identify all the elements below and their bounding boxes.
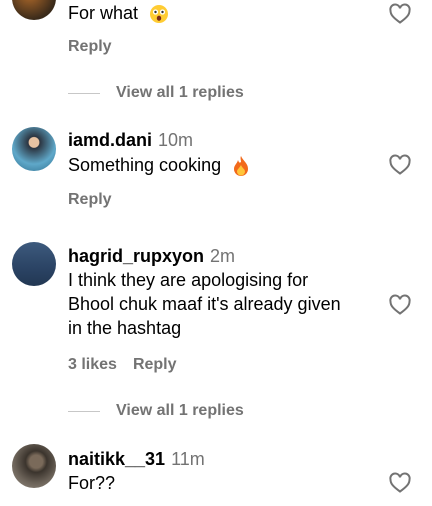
comment-meta: 3 likes Reply [68,356,193,374]
view-replies-label: View all 1 replies [116,402,244,419]
like-heart-icon[interactable] [387,471,413,495]
avatar[interactable] [12,127,56,171]
divider-line [68,92,100,94]
comment-text-line: Bhool chuk maaf it's already given [68,294,341,314]
avatar[interactable] [12,242,56,286]
reply-button[interactable]: Reply [133,356,177,373]
divider-line [68,410,100,412]
fire-emoji [234,156,249,177]
avatar[interactable] [12,444,56,488]
username-text[interactable]: naitikk__31 [68,449,165,469]
comment-time: 10m [158,130,194,150]
view-replies-label: View all 1 replies [116,84,244,101]
comment-meta: Reply [68,38,128,56]
likes-count[interactable]: 3 likes [68,356,117,373]
view-replies-button[interactable]: View all 1 replies [68,402,244,420]
comment-time: 11m [171,449,205,469]
view-replies-button[interactable]: View all 1 replies [68,84,244,102]
reply-button[interactable]: Reply [68,191,112,208]
comment-text: I think they are apologising for Bhool c… [68,268,341,340]
comment-username[interactable]: hagrid_rupxyon 2m [68,246,235,267]
comment-username[interactable]: naitikk__31 11m [68,449,205,470]
reply-button[interactable]: Reply [68,38,112,55]
avatar[interactable] [12,0,56,20]
like-heart-icon[interactable] [387,153,413,177]
username-text[interactable]: hagrid_rupxyon [68,246,204,266]
comment-text-content: Something cooking [68,155,222,175]
comment-time: 2m [210,246,236,266]
comment-text-line: I think they are apologising for [68,270,309,290]
comment-text-content: For?? [68,473,116,493]
comment-text-line: in the hashtag [68,318,182,338]
comment-text: Something cooking [68,153,250,177]
comment-text-content: For what [68,3,139,23]
like-heart-icon[interactable] [387,293,413,317]
comment-text: For?? [68,471,115,495]
comment-meta: Reply [68,191,128,209]
username-text[interactable]: iamd.dani [68,130,152,150]
comment-username[interactable]: iamd.dani 10m [68,130,193,151]
like-heart-icon[interactable] [387,2,413,26]
comment-text: For what [68,1,169,25]
flushed-face-emoji [150,5,169,24]
